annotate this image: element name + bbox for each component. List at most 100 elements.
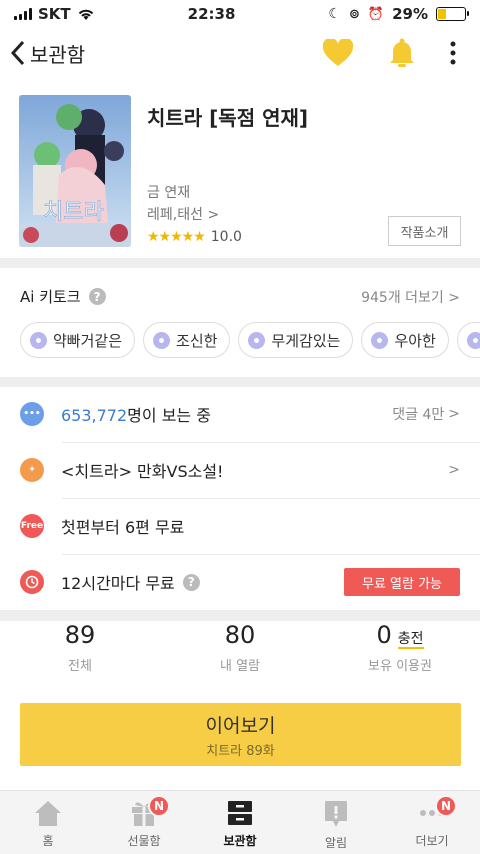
tab-library-label: 보관함: [223, 834, 257, 848]
chevron-right-icon: >: [448, 462, 460, 478]
help-icon[interactable]: ?: [88, 288, 106, 305]
timer-row: 12시간마다 무료? 무료 열람 가능: [20, 554, 460, 610]
tab-home[interactable]: 홈: [0, 791, 96, 854]
moon-icon: ☾: [328, 6, 341, 22]
keyword-chip[interactable]: 무게감있는: [238, 322, 354, 358]
event-row[interactable]: ✦ <치트라> 만화VS소설! >: [20, 442, 460, 498]
signal-icon: [14, 8, 32, 20]
tab-gift-label: 선물함: [127, 834, 161, 848]
stat-ticket-num: 0: [376, 621, 392, 649]
keyword-icon: [248, 331, 266, 349]
stat-read-num: 80: [224, 621, 256, 649]
authors: 레페,태선: [147, 207, 203, 223]
status-bar: SKT 22:38 ☾ ⊚ ⏰ 29%: [0, 0, 480, 28]
divider: [0, 610, 480, 621]
stat-total[interactable]: 89 전체: [0, 621, 160, 693]
new-badge: N: [148, 795, 170, 817]
continue-button[interactable]: 이어보기 치트라 89화: [20, 703, 461, 766]
rotation-lock-icon: ⊚: [348, 6, 360, 22]
free-text: 첫편부터 6편 무료: [61, 518, 185, 537]
ai-keyword-label: Ai 키토크: [20, 288, 81, 306]
viewers-suffix: 명이 보는 중: [127, 406, 211, 425]
stat-ticket: 0 충전 보유 이용권: [320, 621, 480, 693]
event-text: <치트라> 만화VS소설!: [61, 462, 224, 481]
chip-label: 무게감있는: [271, 331, 341, 350]
carrier: SKT: [38, 5, 71, 23]
alarm-icon: ⏰: [367, 6, 385, 22]
keyword-chip[interactable]: 조신한: [143, 322, 231, 358]
chip-label: 우아한: [394, 331, 436, 350]
keyword-icon: [466, 331, 480, 349]
new-badge: N: [435, 795, 457, 817]
home-icon: [35, 801, 61, 826]
library-icon: [228, 801, 252, 825]
viewers-row[interactable]: ••• 653,772명이 보는 중 댓글 4만 >: [20, 386, 460, 442]
keyword-icon: [153, 331, 171, 349]
cover-logo: 치트라: [43, 200, 104, 225]
stat-total-label: 전체: [68, 659, 92, 674]
tab-notice-label: 알림: [324, 836, 348, 850]
back-label: 보관함: [30, 42, 86, 67]
free-read-button[interactable]: 무료 열람 가능: [344, 568, 460, 596]
rating-value: 10.0: [210, 229, 242, 245]
chat-icon: •••: [20, 402, 44, 426]
work-header: 치트라 치트라 [독점 연재] 금 연재 레페,태선 > ★★★★★ 10.0 …: [0, 78, 480, 258]
tab-more[interactable]: 더보기 N: [384, 791, 480, 854]
timer-text: 12시간마다 무료: [61, 574, 175, 593]
clock-icon: [20, 570, 44, 594]
keyword-icon: [371, 331, 389, 349]
cover-image: 치트라: [19, 95, 131, 247]
ai-keyword-more[interactable]: 945개 더보기 >: [361, 287, 460, 307]
more-vertical-icon[interactable]: [450, 41, 456, 65]
stat-read[interactable]: 80 내 열람: [160, 621, 320, 693]
viewers-count: 653,772: [61, 406, 128, 425]
ai-keyword-title: Ai 키토크 ?: [20, 286, 106, 307]
party-icon: ✦: [20, 458, 44, 482]
continue-label: 이어보기: [205, 714, 276, 737]
tab-notice[interactable]: 알림: [288, 791, 384, 854]
tab-library[interactable]: 보관함: [192, 791, 288, 854]
stat-ticket-label: 보유 이용권: [368, 659, 432, 674]
star-rating-icon: ★★★★★: [147, 229, 206, 245]
ai-keyword-more-label: 945개 더보기: [361, 290, 444, 306]
authors-link[interactable]: 레페,태선 >: [147, 204, 242, 226]
rating: ★★★★★ 10.0: [147, 226, 242, 248]
chevron-right-icon: >: [448, 406, 460, 422]
free-icon: Free: [20, 514, 44, 538]
keyword-chip[interactable]: 약빠거같은: [20, 322, 136, 358]
comments-link[interactable]: 댓글 4만: [392, 404, 444, 424]
help-icon[interactable]: ?: [182, 573, 200, 591]
free-row: Free 첫편부터 6편 무료: [20, 498, 460, 554]
charge-button[interactable]: 충전: [397, 631, 424, 649]
notice-icon: [325, 801, 347, 827]
chevron-right-icon: >: [207, 207, 220, 223]
wifi-icon: [78, 9, 93, 20]
divider: [0, 258, 480, 268]
chevron-left-icon: [10, 40, 25, 66]
keyword-chip[interactable]: 우아한: [361, 322, 449, 358]
tab-gift[interactable]: 선물함 N: [96, 791, 192, 854]
battery-icon: [435, 7, 469, 21]
chevron-right-icon: >: [448, 290, 460, 306]
keyword-chip-partial[interactable]: [456, 322, 480, 358]
back-button[interactable]: 보관함: [10, 39, 85, 68]
chip-label: 조신한: [176, 331, 218, 350]
work-title: 치트라 [독점 연재]: [147, 106, 309, 130]
clock: 22:38: [187, 5, 236, 23]
stat-total-num: 89: [64, 621, 96, 649]
tab-more-label: 더보기: [415, 834, 449, 848]
battery-percent: 29%: [392, 5, 428, 23]
intro-button[interactable]: 작품소개: [388, 216, 461, 246]
schedule: 금 연재: [147, 185, 191, 201]
tab-bar: 홈 선물함 N 보관함 알림 더보기 N: [0, 790, 480, 854]
stats: 89 전체 80 내 열람 0 충전 보유 이용권: [0, 621, 480, 693]
continue-episode: 치트라 89화: [206, 743, 275, 759]
nav-bar: 보관함: [0, 28, 480, 78]
keyword-chips: 약빠거같은 조신한 무게감있는 우아한: [20, 322, 480, 358]
keyword-icon: [30, 331, 47, 349]
bell-icon[interactable]: [388, 38, 416, 68]
tab-home-label: 홈: [42, 834, 54, 848]
chip-label: 약빠거같은: [53, 331, 123, 350]
stat-read-label: 내 열람: [219, 659, 260, 674]
heart-icon[interactable]: [322, 39, 354, 67]
